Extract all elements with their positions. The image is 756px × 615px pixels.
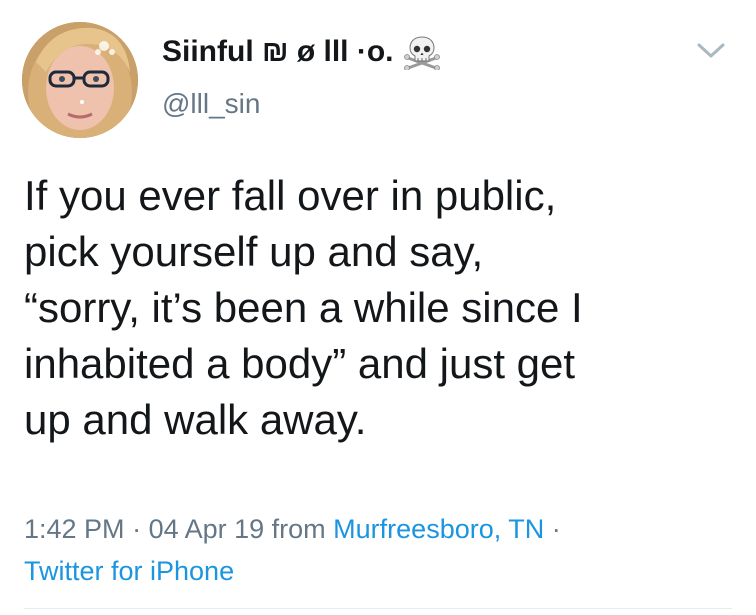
meta-row-1: 1:42 PM · 04 Apr 19 from Murfreesboro, T…	[24, 508, 734, 550]
user-handle[interactable]: @lll_sin	[162, 88, 260, 120]
tweet-time[interactable]: 1:42 PM	[24, 514, 125, 544]
location-link[interactable]: Murfreesboro, TN	[333, 514, 544, 544]
tweet-line: up and walk away.	[24, 396, 367, 443]
client-link[interactable]: Twitter for iPhone	[24, 556, 234, 586]
tweet-line: “sorry, it’s been a while since I	[24, 284, 583, 331]
meta-separator: ·	[124, 514, 149, 544]
meta-row-2: Twitter for iPhone	[24, 550, 734, 592]
from-label: from	[264, 514, 334, 544]
tweet-line: pick yourself up and say,	[24, 228, 484, 275]
avatar[interactable]	[22, 22, 138, 138]
tweet-meta: 1:42 PM · 04 Apr 19 from Murfreesboro, T…	[24, 508, 734, 592]
tweet-date[interactable]: 04 Apr 19	[149, 514, 265, 544]
divider	[24, 608, 732, 609]
tweet-line: If you ever fall over in public,	[24, 172, 557, 219]
meta-separator: ·	[544, 514, 561, 544]
display-name[interactable]: Siinful ₪ ø lll ·o.	[162, 35, 394, 69]
avatar-image	[22, 22, 138, 138]
chevron-down-icon[interactable]	[694, 40, 728, 62]
tweet-card: Siinful ₪ ø lll ·o. @lll_sin If you ever…	[0, 0, 756, 615]
tweet-text: If you ever fall over in public, pick yo…	[24, 168, 734, 448]
skull-crossbones-icon	[403, 34, 440, 71]
tweet-line: inhabited a body” and just get	[24, 340, 576, 387]
display-name-row[interactable]: Siinful ₪ ø lll ·o.	[162, 34, 440, 71]
